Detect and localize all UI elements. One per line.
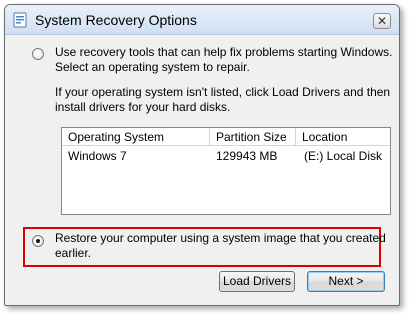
next-button[interactable]: Next >	[307, 271, 385, 292]
os-list-header: Operating System Partition Size Location	[62, 128, 390, 146]
column-header-location[interactable]: Location	[296, 128, 392, 146]
system-image-description: Restore your computer using a system ima…	[55, 231, 386, 261]
load-drivers-note: If your operating system isn't listed, c…	[55, 85, 390, 115]
system-recovery-icon	[13, 12, 27, 28]
operating-system-list[interactable]: Operating System Partition Size Location…	[61, 127, 391, 215]
recovery-tools-description: Use recovery tools that can help fix pro…	[55, 45, 392, 75]
system-image-line2: earlier.	[55, 246, 92, 260]
load-drivers-note-line1: If your operating system isn't listed, c…	[55, 85, 391, 99]
column-header-operating-system[interactable]: Operating System	[62, 128, 210, 146]
partition-size-cell: 129943 MB	[216, 149, 278, 163]
close-icon: ✕	[376, 14, 388, 28]
close-button[interactable]: ✕	[373, 13, 391, 29]
recovery-tools-line1: Use recovery tools that can help fix pro…	[55, 45, 393, 59]
radio-restore-system-image[interactable]	[32, 235, 44, 247]
system-image-line1: Restore your computer using a system ima…	[55, 231, 386, 245]
table-row[interactable]: Windows 7 129943 MB (E:) Local Disk	[62, 148, 390, 165]
load-drivers-button[interactable]: Load Drivers	[219, 271, 295, 292]
title-bar: System Recovery Options ✕	[5, 5, 399, 35]
radio-use-recovery-tools[interactable]	[32, 48, 44, 60]
window-title: System Recovery Options	[35, 12, 197, 28]
load-drivers-note-line2: install drivers for your hard disks.	[55, 100, 231, 114]
recovery-tools-line2: Select an operating system to repair.	[55, 60, 250, 74]
column-header-partition-size[interactable]: Partition Size	[210, 128, 296, 146]
os-name-cell: Windows 7	[68, 149, 127, 163]
recovery-options-dialog: System Recovery Options ✕ Use recovery t…	[4, 4, 400, 306]
location-cell: (E:) Local Disk	[304, 149, 383, 163]
